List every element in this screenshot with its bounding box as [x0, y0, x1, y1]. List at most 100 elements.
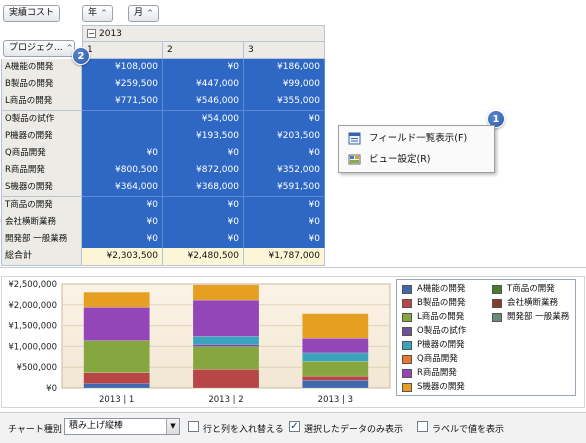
bar-segment[interactable] — [192, 344, 260, 347]
data-cell[interactable]: ¥0 — [244, 197, 325, 215]
data-cell[interactable]: ¥0 — [82, 231, 163, 249]
chevron-down-icon[interactable]: ▼ — [166, 419, 179, 434]
legend-label: S機器の開発 — [417, 382, 465, 392]
bar-segment[interactable] — [302, 352, 369, 362]
data-cell[interactable]: ¥0 — [163, 145, 244, 163]
bar-segment[interactable] — [302, 313, 369, 339]
row-header[interactable]: 会社横断業務 — [1, 214, 82, 232]
bar-segment[interactable] — [83, 340, 150, 373]
collapse-icon[interactable]: − — [87, 29, 96, 38]
menu-item-label: ビュー設定(R) — [369, 154, 431, 165]
legend-swatch — [402, 383, 412, 392]
grand-total-cell[interactable]: ¥1,787,000 — [244, 248, 325, 266]
data-cell[interactable]: ¥0 — [244, 111, 325, 129]
data-cell[interactable]: ¥0 — [163, 197, 244, 215]
bar-segment[interactable] — [83, 383, 150, 389]
data-cell[interactable]: ¥203,500 — [244, 128, 325, 146]
legend-swatch — [402, 327, 412, 336]
bar-segment[interactable] — [192, 336, 260, 345]
swap-rows-cols-checkbox[interactable] — [188, 421, 199, 432]
bar-segment[interactable] — [302, 380, 369, 389]
data-cell[interactable]: ¥0 — [244, 145, 325, 163]
selected-only-checkbox[interactable]: ✓ — [289, 421, 300, 432]
month-header[interactable]: 2 — [163, 42, 244, 59]
bar-segment[interactable] — [192, 369, 260, 389]
data-cell[interactable]: ¥0 — [244, 231, 325, 249]
row-header[interactable]: S機器の開発 — [1, 179, 82, 197]
legend-label: L商品の開発 — [417, 312, 465, 322]
data-cell[interactable] — [82, 128, 163, 146]
row-header[interactable]: Q商品開発 — [1, 145, 82, 163]
filter-field-cost[interactable]: 実績コスト — [3, 5, 61, 22]
data-cell[interactable]: ¥0 — [163, 231, 244, 249]
data-cell[interactable]: ¥355,000 — [244, 93, 325, 111]
bar-segment[interactable] — [83, 291, 150, 308]
data-cell[interactable]: ¥591,500 — [244, 179, 325, 197]
data-cell[interactable]: ¥872,000 — [163, 162, 244, 180]
chart-options-bar: チャート種別 積み上げ縦棒 ▼ 行と列を入れ替える ✓ 選択したデータのみ表示 … — [0, 412, 586, 443]
data-cell[interactable]: ¥447,000 — [163, 76, 244, 94]
bar-segment[interactable] — [83, 307, 150, 341]
bar-segment[interactable] — [302, 338, 369, 354]
row-header[interactable]: T商品の開発 — [1, 197, 82, 215]
data-cell[interactable]: ¥186,000 — [244, 59, 325, 77]
y-tick-label: ¥500,000 — [16, 363, 57, 373]
menu-item-field-list[interactable]: フィールド一覧表示(F) — [341, 129, 493, 149]
month-header[interactable]: 1 — [82, 42, 163, 59]
data-cell[interactable]: ¥800,500 — [82, 162, 163, 180]
sort-ascending-icon: ^ — [66, 44, 73, 52]
data-cell[interactable]: ¥0 — [244, 214, 325, 232]
x-tick-label: 2013 | 3 — [318, 395, 353, 405]
data-cell[interactable] — [82, 111, 163, 129]
grand-total-label: 総合計 — [1, 248, 82, 266]
grand-total-cell[interactable]: ¥2,480,500 — [163, 248, 244, 266]
data-cell[interactable]: ¥0 — [163, 59, 244, 77]
data-cell[interactable]: ¥0 — [82, 214, 163, 232]
legend-label: 開発部 一般業務 — [507, 312, 570, 322]
bar-segment[interactable] — [83, 372, 150, 384]
data-cell[interactable]: ¥0 — [82, 197, 163, 215]
column-field-year-label: 年 — [88, 8, 98, 18]
column-field-month[interactable]: 月 ^ — [128, 5, 159, 22]
sort-ascending-icon: ^ — [147, 9, 153, 17]
data-cell[interactable]: ¥259,500 — [82, 76, 163, 94]
data-cell[interactable]: ¥546,000 — [163, 93, 244, 111]
row-header[interactable]: O製品の試作 — [1, 111, 82, 129]
data-cell[interactable]: ¥108,000 — [82, 59, 163, 77]
row-field-project[interactable]: プロジェク... ^ — [3, 40, 75, 57]
menu-item-label: フィールド一覧表示(F) — [369, 133, 468, 144]
pivot-grid-area: 実績コスト 年 ^ 月 ^ −2013 プロジェク... ^ 123 A機能の開発 ¥1… — [0, 0, 586, 268]
row-header[interactable]: 開発部 一般業務 — [1, 231, 82, 249]
chart-type-select[interactable]: 積み上げ縦棒 ▼ — [64, 418, 180, 435]
row-header[interactable]: A機能の開発 — [1, 59, 82, 77]
legend-label: Q商品開発 — [417, 354, 458, 364]
data-cell[interactable]: ¥0 — [82, 145, 163, 163]
month-header[interactable]: 3 — [244, 42, 325, 59]
bar-segment[interactable] — [192, 346, 260, 370]
data-cell[interactable]: ¥193,500 — [163, 128, 244, 146]
column-field-year[interactable]: 年 ^ — [82, 5, 113, 22]
bar-segment[interactable] — [302, 375, 369, 381]
grand-total-cell[interactable]: ¥2,303,500 — [82, 248, 163, 266]
row-field-label: プロジェク... — [9, 43, 63, 53]
data-cell[interactable]: ¥771,500 — [82, 93, 163, 111]
data-cell[interactable]: ¥364,000 — [82, 179, 163, 197]
data-cell[interactable]: ¥368,000 — [163, 179, 244, 197]
menu-item-view-settings[interactable]: ビュー設定(R) — [341, 150, 493, 170]
legend-swatch — [402, 369, 412, 378]
row-header[interactable]: L商品の開発 — [1, 93, 82, 111]
filter-field-label: 実績コスト — [9, 8, 55, 18]
data-cell[interactable]: ¥54,000 — [163, 111, 244, 129]
data-cell[interactable]: ¥352,000 — [244, 162, 325, 180]
show-value-labels-checkbox[interactable] — [417, 421, 428, 432]
context-menu: フィールド一覧表示(F) ビュー設定(R) — [338, 125, 495, 173]
data-cell[interactable]: ¥0 — [163, 214, 244, 232]
row-header[interactable]: R商品開発 — [1, 162, 82, 180]
bar-segment[interactable] — [192, 299, 260, 337]
bar-segment[interactable] — [302, 361, 369, 377]
data-cell[interactable]: ¥99,000 — [244, 76, 325, 94]
row-header[interactable]: P機器の開発 — [1, 128, 82, 146]
row-header[interactable]: B製品の開発 — [1, 76, 82, 94]
bar-segment[interactable] — [192, 284, 260, 301]
y-tick-label: ¥0 — [46, 384, 57, 394]
